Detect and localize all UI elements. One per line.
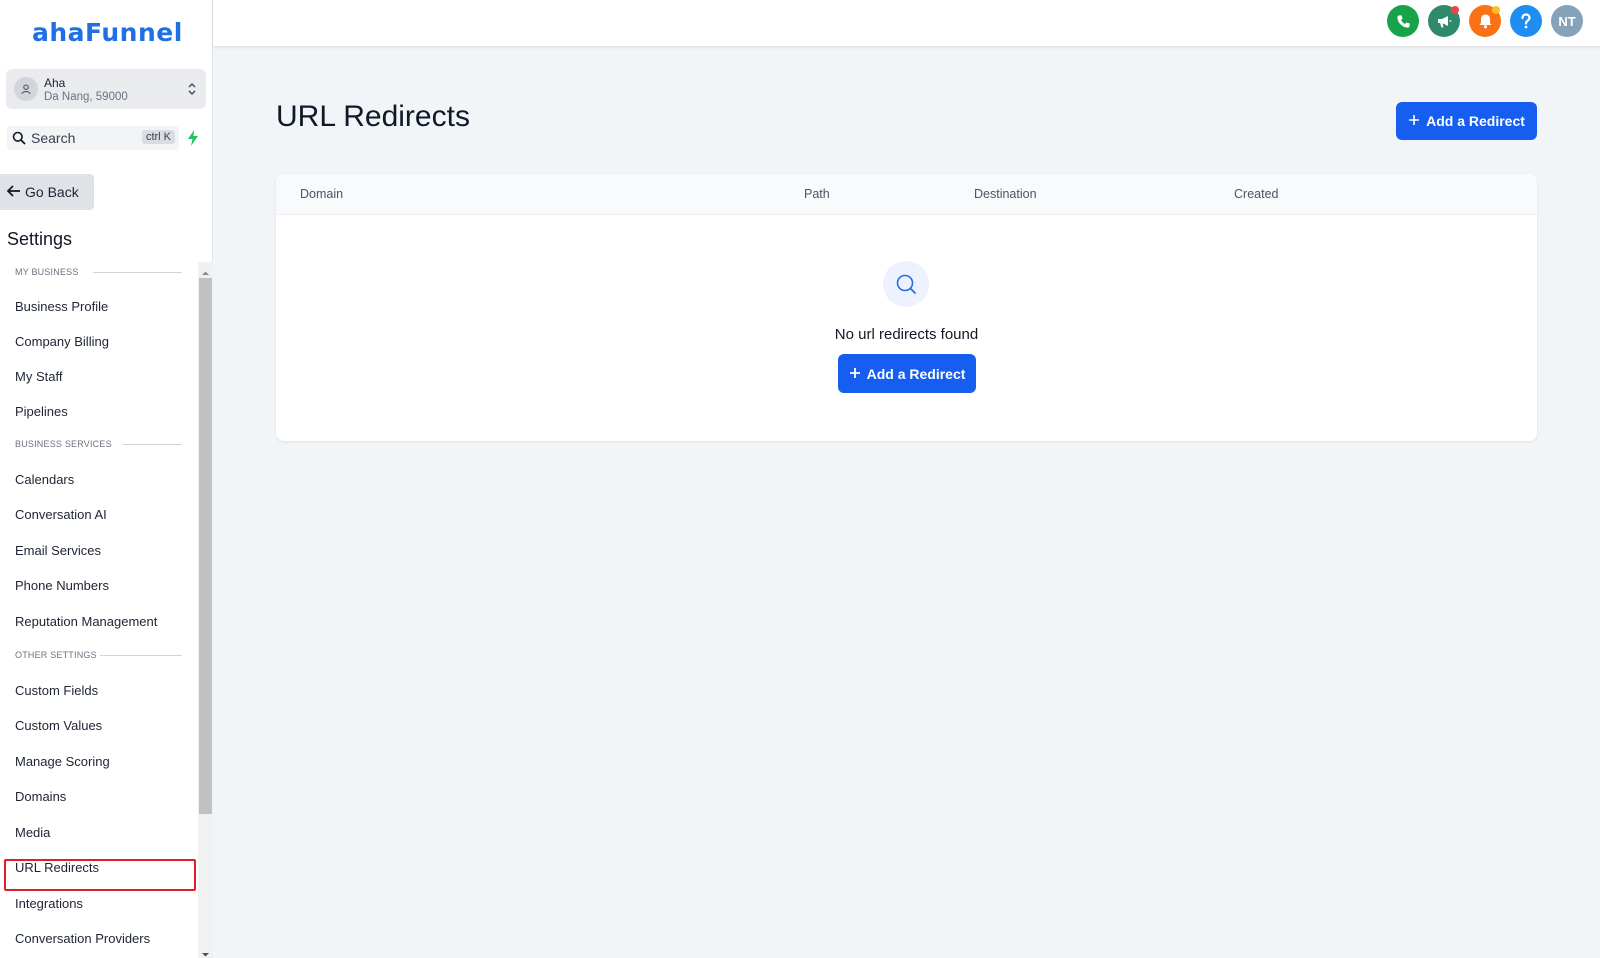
nav-item-custom-values[interactable]: Custom Values — [15, 718, 102, 733]
account-name: Aha — [44, 76, 66, 90]
redirects-table-card: Domain Path Destination Created No url r… — [276, 174, 1537, 441]
column-header-path[interactable]: Path — [804, 187, 830, 201]
nav-item-manage-scoring[interactable]: Manage Scoring — [15, 754, 110, 769]
nav-item-url-redirects[interactable]: URL Redirects — [15, 860, 99, 875]
nav-item-calendars[interactable]: Calendars — [15, 472, 74, 487]
nav-item-conversation-ai[interactable]: Conversation AI — [15, 507, 107, 522]
empty-add-redirect-label: Add a Redirect — [866, 365, 966, 382]
nav-item-domains[interactable]: Domains — [15, 789, 66, 804]
sidebar: ahaFunnel Aha Da Nang, 59000 Search ctrl… — [0, 0, 213, 958]
add-redirect-label: Add a Redirect — [1426, 113, 1525, 129]
column-header-created[interactable]: Created — [1234, 187, 1278, 201]
plus-icon — [1408, 113, 1420, 129]
section-heading-my-business: MY BUSINESS — [15, 267, 79, 277]
arrow-left-icon — [6, 184, 21, 200]
column-header-domain[interactable]: Domain — [300, 187, 343, 201]
section-divider — [93, 272, 182, 273]
phone-icon[interactable] — [1387, 5, 1419, 37]
help-icon[interactable] — [1510, 5, 1542, 37]
sidebar-scrollbar[interactable] — [198, 262, 213, 958]
search-input[interactable]: Search ctrl K — [7, 126, 179, 150]
chevron-updown-icon — [186, 77, 198, 101]
notification-badge — [1451, 6, 1459, 14]
account-location: Da Nang, 59000 — [44, 91, 128, 103]
top-bar: NT — [213, 0, 1600, 46]
nav-item-my-staff[interactable]: My Staff — [15, 369, 62, 384]
table-header: Domain Path Destination Created — [276, 174, 1537, 215]
nav-item-conversation-providers[interactable]: Conversation Providers — [15, 931, 150, 946]
search-icon — [12, 131, 26, 150]
scroll-up-arrow-icon[interactable] — [201, 265, 210, 275]
column-header-destination[interactable]: Destination — [974, 187, 1037, 201]
plus-icon — [849, 366, 861, 382]
empty-search-icon — [883, 261, 929, 307]
nav-item-custom-fields[interactable]: Custom Fields — [15, 683, 98, 698]
logo[interactable]: ahaFunnel — [32, 18, 183, 47]
scroll-down-arrow-icon[interactable] — [201, 946, 210, 957]
user-avatar[interactable]: NT — [1551, 5, 1583, 37]
go-back-button[interactable]: Go Back — [0, 174, 94, 210]
section-divider — [123, 444, 182, 445]
scrollbar-thumb[interactable] — [199, 278, 212, 814]
user-initials: NT — [1558, 13, 1576, 29]
quick-actions-bolt-icon[interactable] — [182, 127, 204, 149]
page-title: URL Redirects — [276, 100, 470, 133]
nav-item-email-services[interactable]: Email Services — [15, 543, 101, 558]
add-redirect-button[interactable]: Add a Redirect — [1396, 102, 1537, 140]
nav-item-phone-numbers[interactable]: Phone Numbers — [15, 578, 109, 593]
keyboard-shortcut-badge: ctrl K — [141, 130, 175, 144]
nav-item-company-billing[interactable]: Company Billing — [15, 334, 109, 349]
nav-item-reputation-management[interactable]: Reputation Management — [15, 614, 157, 629]
search-label: Search — [31, 130, 76, 146]
megaphone-icon[interactable] — [1428, 5, 1460, 37]
settings-nav: MY BUSINESS Business Profile Company Bil… — [0, 262, 198, 958]
nav-item-business-profile[interactable]: Business Profile — [15, 299, 108, 314]
nav-item-integrations[interactable]: Integrations — [15, 896, 83, 911]
account-switcher[interactable]: Aha Da Nang, 59000 — [6, 69, 206, 109]
nav-item-pipelines[interactable]: Pipelines — [15, 404, 68, 419]
section-divider — [100, 655, 182, 656]
location-avatar-icon — [14, 77, 38, 101]
empty-add-redirect-button[interactable]: Add a Redirect — [838, 354, 976, 393]
bell-icon[interactable] — [1469, 5, 1501, 37]
nav-item-media[interactable]: Media — [15, 825, 50, 840]
notification-badge — [1492, 6, 1500, 14]
section-heading-business-services: BUSINESS SERVICES — [15, 439, 112, 449]
section-heading-other-settings: OTHER SETTINGS — [15, 650, 97, 660]
empty-state-message: No url redirects found — [834, 326, 979, 343]
go-back-label: Go Back — [25, 184, 79, 200]
settings-title: Settings — [7, 229, 73, 249]
